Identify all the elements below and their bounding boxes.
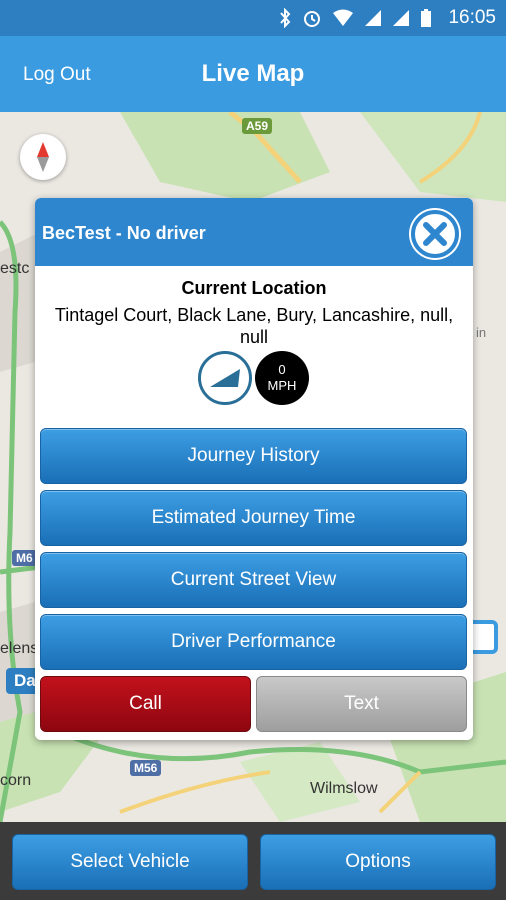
direction-arrow-icon xyxy=(210,369,240,387)
battery-icon xyxy=(421,9,432,27)
text-button[interactable]: Text xyxy=(256,676,467,732)
close-button[interactable] xyxy=(409,208,461,260)
popup-title: BecTest - No driver xyxy=(42,223,206,243)
estimated-journey-time-button[interactable]: Estimated Journey Time xyxy=(40,490,467,546)
options-button[interactable]: Options xyxy=(260,834,496,890)
map-town-label: estc xyxy=(0,260,30,277)
map-town-label: in xyxy=(476,325,487,340)
map-town-label: elens xyxy=(0,640,39,657)
status-icons: 16:05 xyxy=(278,7,496,29)
alarm-icon xyxy=(304,11,321,27)
bottom-bar: Select Vehicle Options xyxy=(0,822,506,900)
road-badge-a59: A59 xyxy=(242,118,273,134)
close-icon xyxy=(411,210,459,258)
map-town-label: corn xyxy=(0,772,32,789)
current-street-view-button[interactable]: Current Street View xyxy=(40,552,467,608)
bluetooth-icon xyxy=(280,8,291,28)
clock: 16:05 xyxy=(448,7,496,28)
road-badge-m56: M56 xyxy=(130,760,162,776)
call-button[interactable]: Call xyxy=(40,676,251,732)
popup-header: BecTest - No driver xyxy=(35,198,473,266)
signal-icon xyxy=(365,10,382,26)
compass-icon xyxy=(37,142,49,172)
driver-performance-button[interactable]: Driver Performance xyxy=(40,614,467,670)
vehicle-info-popup: BecTest - No driver Current Location Tin… xyxy=(35,198,473,740)
wifi-icon xyxy=(333,9,354,26)
map-town-label: Wilmslow xyxy=(310,780,378,797)
road-badge-m6: M6 xyxy=(12,550,37,566)
signal-2-icon xyxy=(393,10,410,26)
current-location-address: Tintagel Court, Black Lane, Bury, Lancas… xyxy=(54,305,454,347)
status-bar: 16:05 xyxy=(0,0,506,36)
speed-badge: 0 MPH xyxy=(255,351,309,405)
page-title: Live Map xyxy=(201,60,305,87)
current-location-heading: Current Location xyxy=(181,278,327,298)
app-header: Log Out Live Map xyxy=(0,36,506,112)
direction-indicator xyxy=(198,351,252,405)
speed-unit: MPH xyxy=(267,378,297,393)
compass-button[interactable] xyxy=(20,134,66,180)
select-vehicle-button[interactable]: Select Vehicle xyxy=(12,834,248,890)
journey-history-button[interactable]: Journey History xyxy=(40,428,467,484)
speed-value: 0 xyxy=(278,362,286,377)
